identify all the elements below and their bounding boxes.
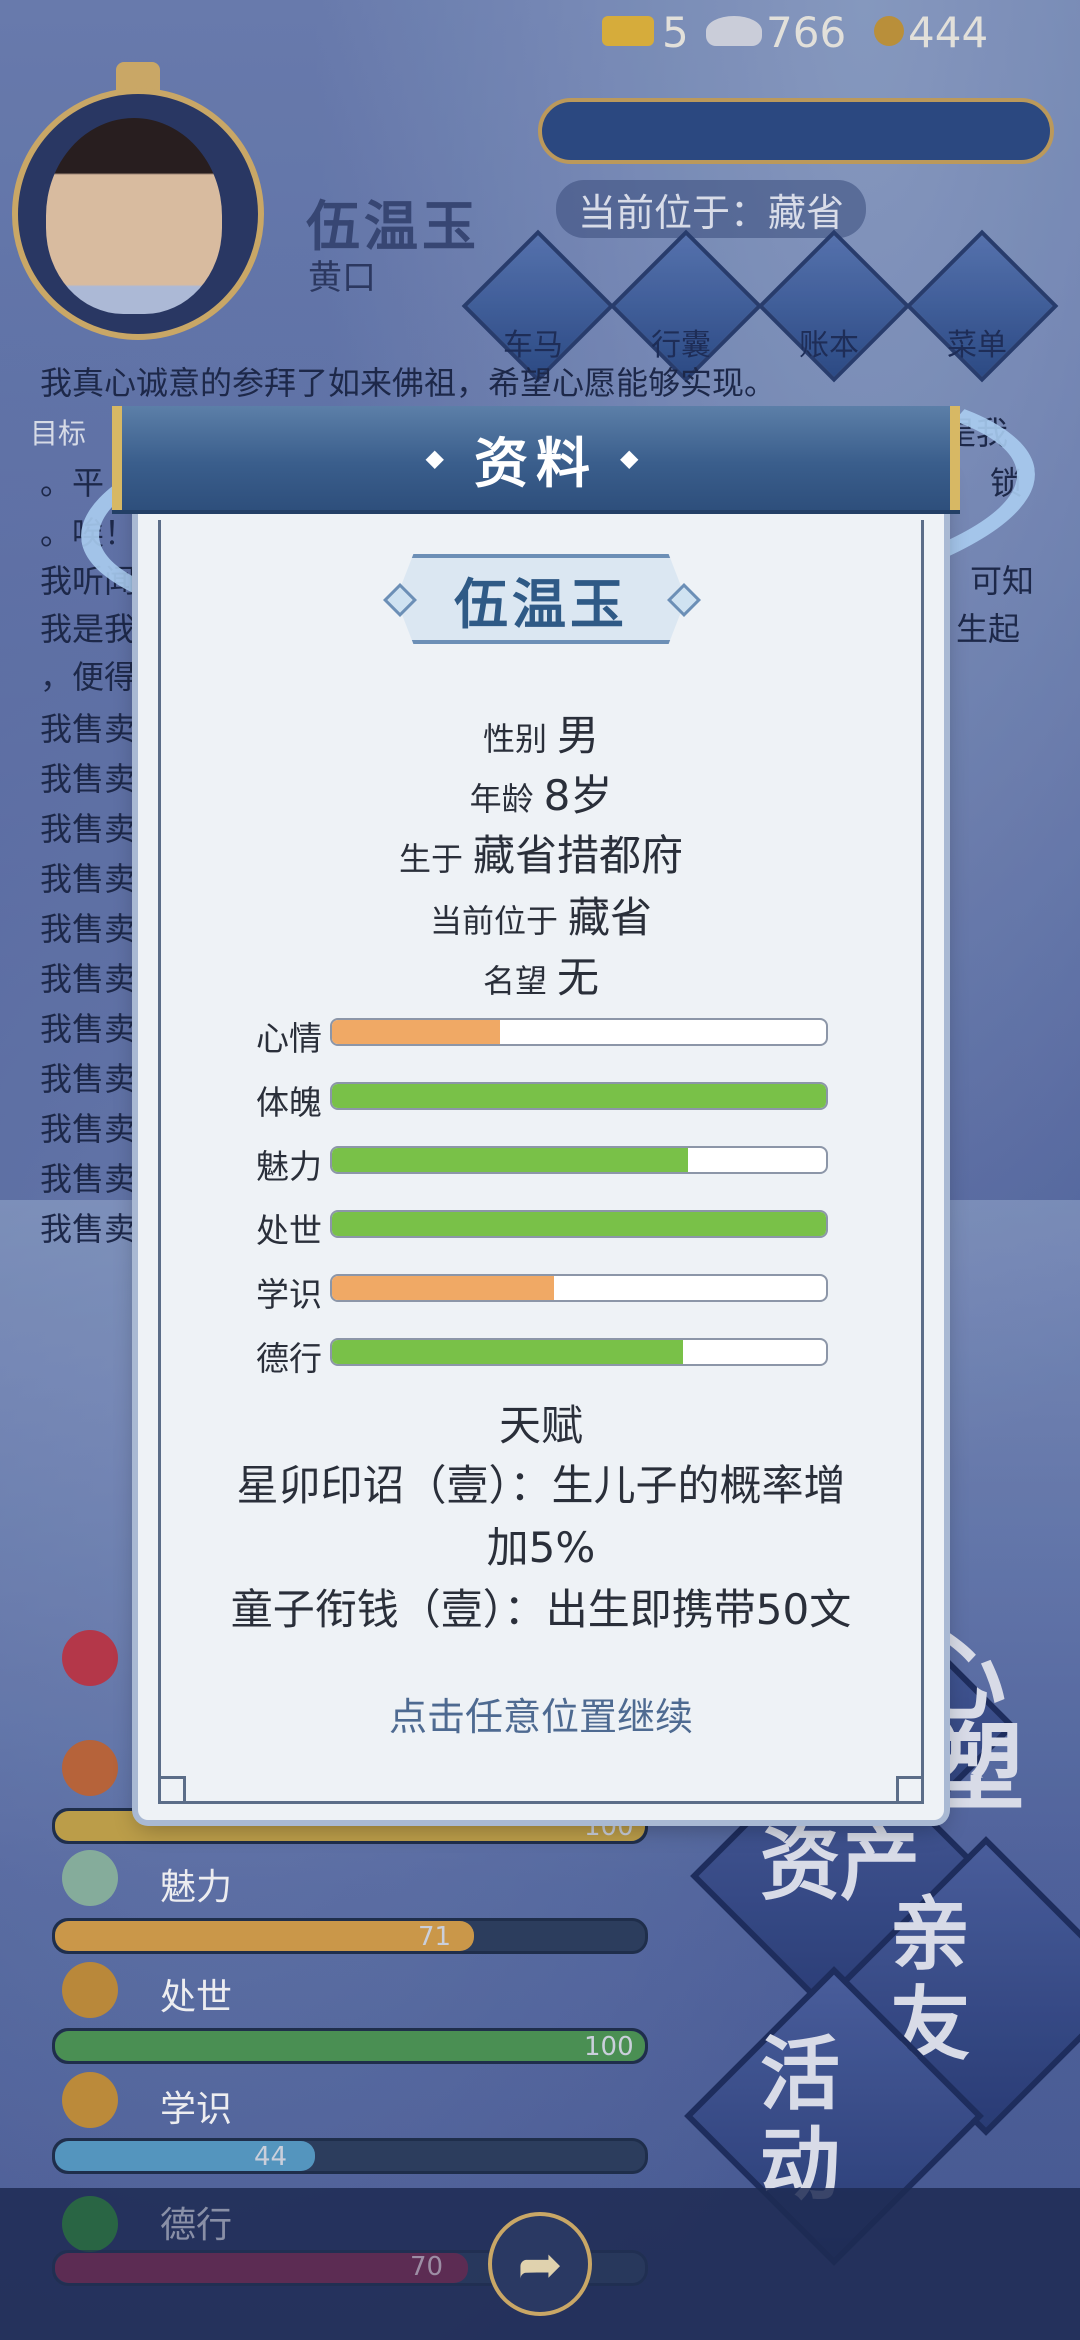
attr-bar-mood — [330, 1018, 828, 1046]
attr-fill — [332, 1020, 500, 1044]
info-gender: 性别男 — [138, 702, 944, 763]
frame-corner — [896, 1776, 924, 1804]
info-current-location: 当前位于 藏省 — [138, 884, 944, 945]
attr-label-mood: 心情 — [256, 1019, 322, 1058]
attr-bar-physique — [330, 1082, 828, 1110]
info-reputation: 名望无 — [138, 944, 944, 1005]
info-value: 8岁 — [543, 771, 613, 820]
info-age: 年龄 8岁 — [138, 762, 944, 823]
talent-line: 星卯印诏（壹）：生儿子的概率增 — [236, 1461, 846, 1510]
talent-line: 加5% — [486, 1523, 596, 1572]
attr-label-charm: 魅力 — [256, 1147, 322, 1186]
attr-bar-virtue — [330, 1338, 828, 1366]
attr-bar-worldly — [330, 1210, 828, 1238]
diamond-dot-icon: ◆ — [425, 444, 452, 472]
info-label: 年龄 — [469, 780, 534, 818]
talent-title: 天赋 — [498, 1401, 583, 1450]
attr-fill — [332, 1212, 826, 1236]
info-birthplace: 生于 藏省措都府 — [138, 822, 944, 883]
attr-fill — [332, 1276, 555, 1300]
attr-label-worldly: 处世 — [256, 1211, 322, 1250]
attr-bar-knowledge — [330, 1274, 828, 1302]
attr-label-knowledge: 学识 — [256, 1275, 322, 1314]
frame-corner — [158, 1776, 186, 1804]
modal-title: ◆ 资料 ◆ — [112, 406, 960, 510]
info-label: 名望 — [482, 962, 547, 1000]
attr-label-physique: 体魄 — [256, 1083, 322, 1122]
character-name: 伍温玉 — [454, 572, 628, 636]
talent-line: 童子衔钱（壹）：出生即携带50文 — [230, 1585, 852, 1634]
attr-fill — [332, 1340, 683, 1364]
attr-fill — [332, 1084, 826, 1108]
info-value: 无 — [557, 953, 600, 1002]
info-label: 性别 — [482, 720, 547, 758]
info-value: 藏省措都府 — [473, 831, 684, 880]
diamond-dot-icon: ◆ — [620, 444, 647, 472]
info-label: 当前位于 — [429, 902, 558, 940]
attr-bar-charm — [330, 1146, 828, 1174]
attr-fill — [332, 1148, 688, 1172]
info-value: 男 — [557, 711, 600, 760]
info-label: 生于 — [398, 840, 463, 878]
modal-title-text: 资料 — [474, 431, 598, 495]
attr-label-virtue: 德行 — [256, 1339, 322, 1378]
info-value: 藏省 — [568, 893, 653, 942]
continue-hint[interactable]: 点击任意位置继续 — [138, 1686, 944, 1741]
